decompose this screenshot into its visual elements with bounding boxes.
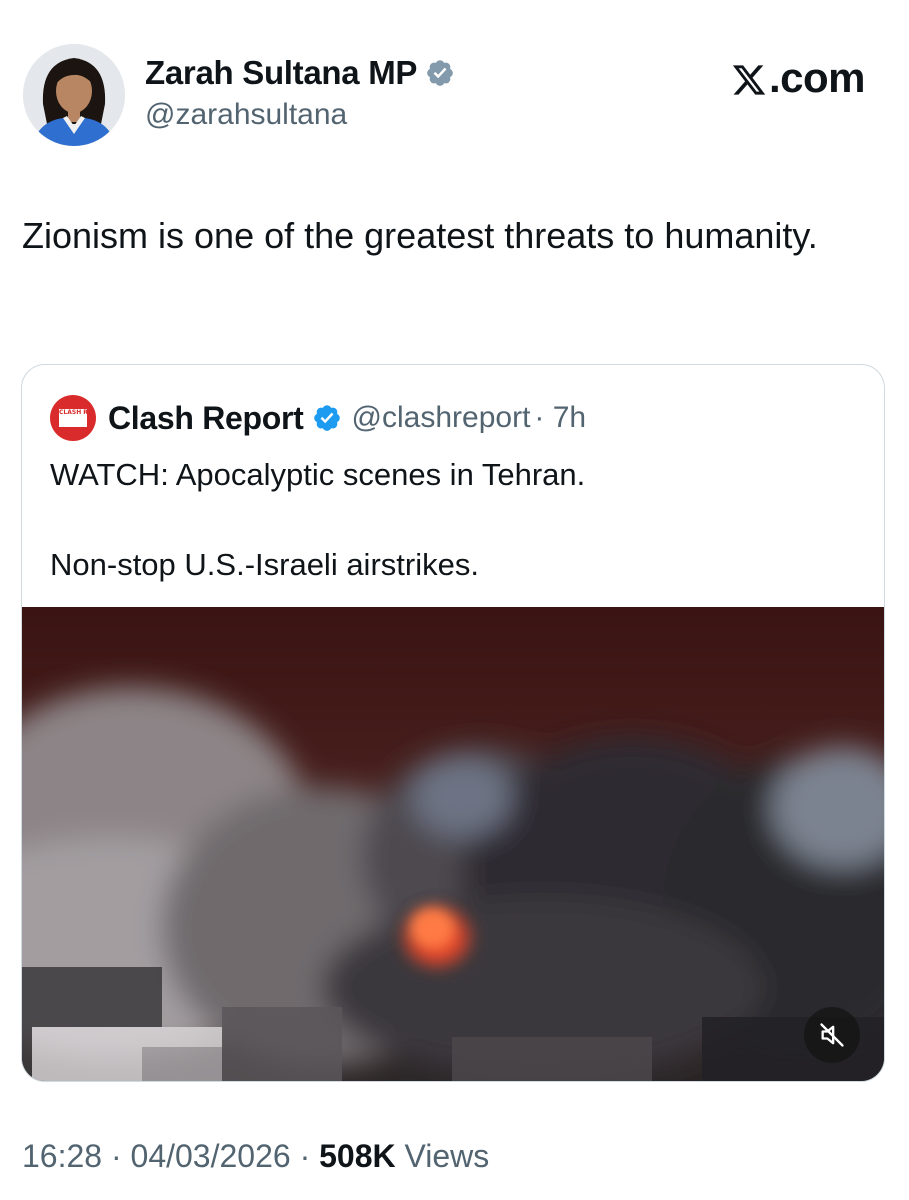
author-handle[interactable]: @zarahsultana: [145, 98, 347, 132]
post-meta: 16:28 · 04/03/2026 · 508K Views: [22, 1138, 489, 1175]
muted-speaker-icon: [818, 1021, 846, 1049]
quoted-post-text: WATCH: Apocalyptic scenes in Tehran. Non…: [50, 453, 870, 587]
video-frame: [22, 607, 884, 1081]
brand-label: .com: [768, 54, 866, 101]
quoted-author-avatar[interactable]: CLASH REPORT: [50, 395, 96, 441]
author-avatar[interactable]: [23, 44, 125, 146]
views-label: Views: [395, 1138, 490, 1174]
quoted-author-name[interactable]: Clash Report: [108, 400, 304, 437]
views-count: 508K: [319, 1138, 396, 1174]
author-name: Zarah Sultana MP: [145, 54, 418, 91]
quoted-author-handle[interactable]: @clashreport: [352, 401, 531, 435]
quoted-post-time[interactable]: · 7h: [534, 401, 586, 435]
quoted-avatar-text: CLASH REPORT: [59, 409, 96, 427]
mute-toggle-button[interactable]: [804, 1007, 860, 1063]
quoted-post-card[interactable]: CLASH REPORT Clash Report @clashreport ·…: [21, 364, 885, 1082]
avatar-image: [23, 44, 125, 146]
quoted-text-line: WATCH: Apocalyptic scenes in Tehran.: [50, 457, 586, 492]
video-player[interactable]: [22, 607, 884, 1081]
verified-badge-icon: [425, 58, 455, 88]
post-text: Zionism is one of the greatest threats t…: [22, 215, 818, 256]
post-timestamp[interactable]: 16:28 · 04/03/2026 ·: [22, 1138, 319, 1174]
quoted-text-line: Non-stop U.S.-Israeli airstrikes.: [50, 547, 479, 582]
verified-badge-icon: [312, 403, 342, 433]
author-name-row[interactable]: Zarah Sultana MP: [145, 54, 455, 92]
x-logo-icon: [731, 60, 767, 96]
brand-watermark: .com: [731, 54, 866, 102]
quoted-post-header: CLASH REPORT Clash Report @clashreport ·…: [50, 395, 586, 441]
